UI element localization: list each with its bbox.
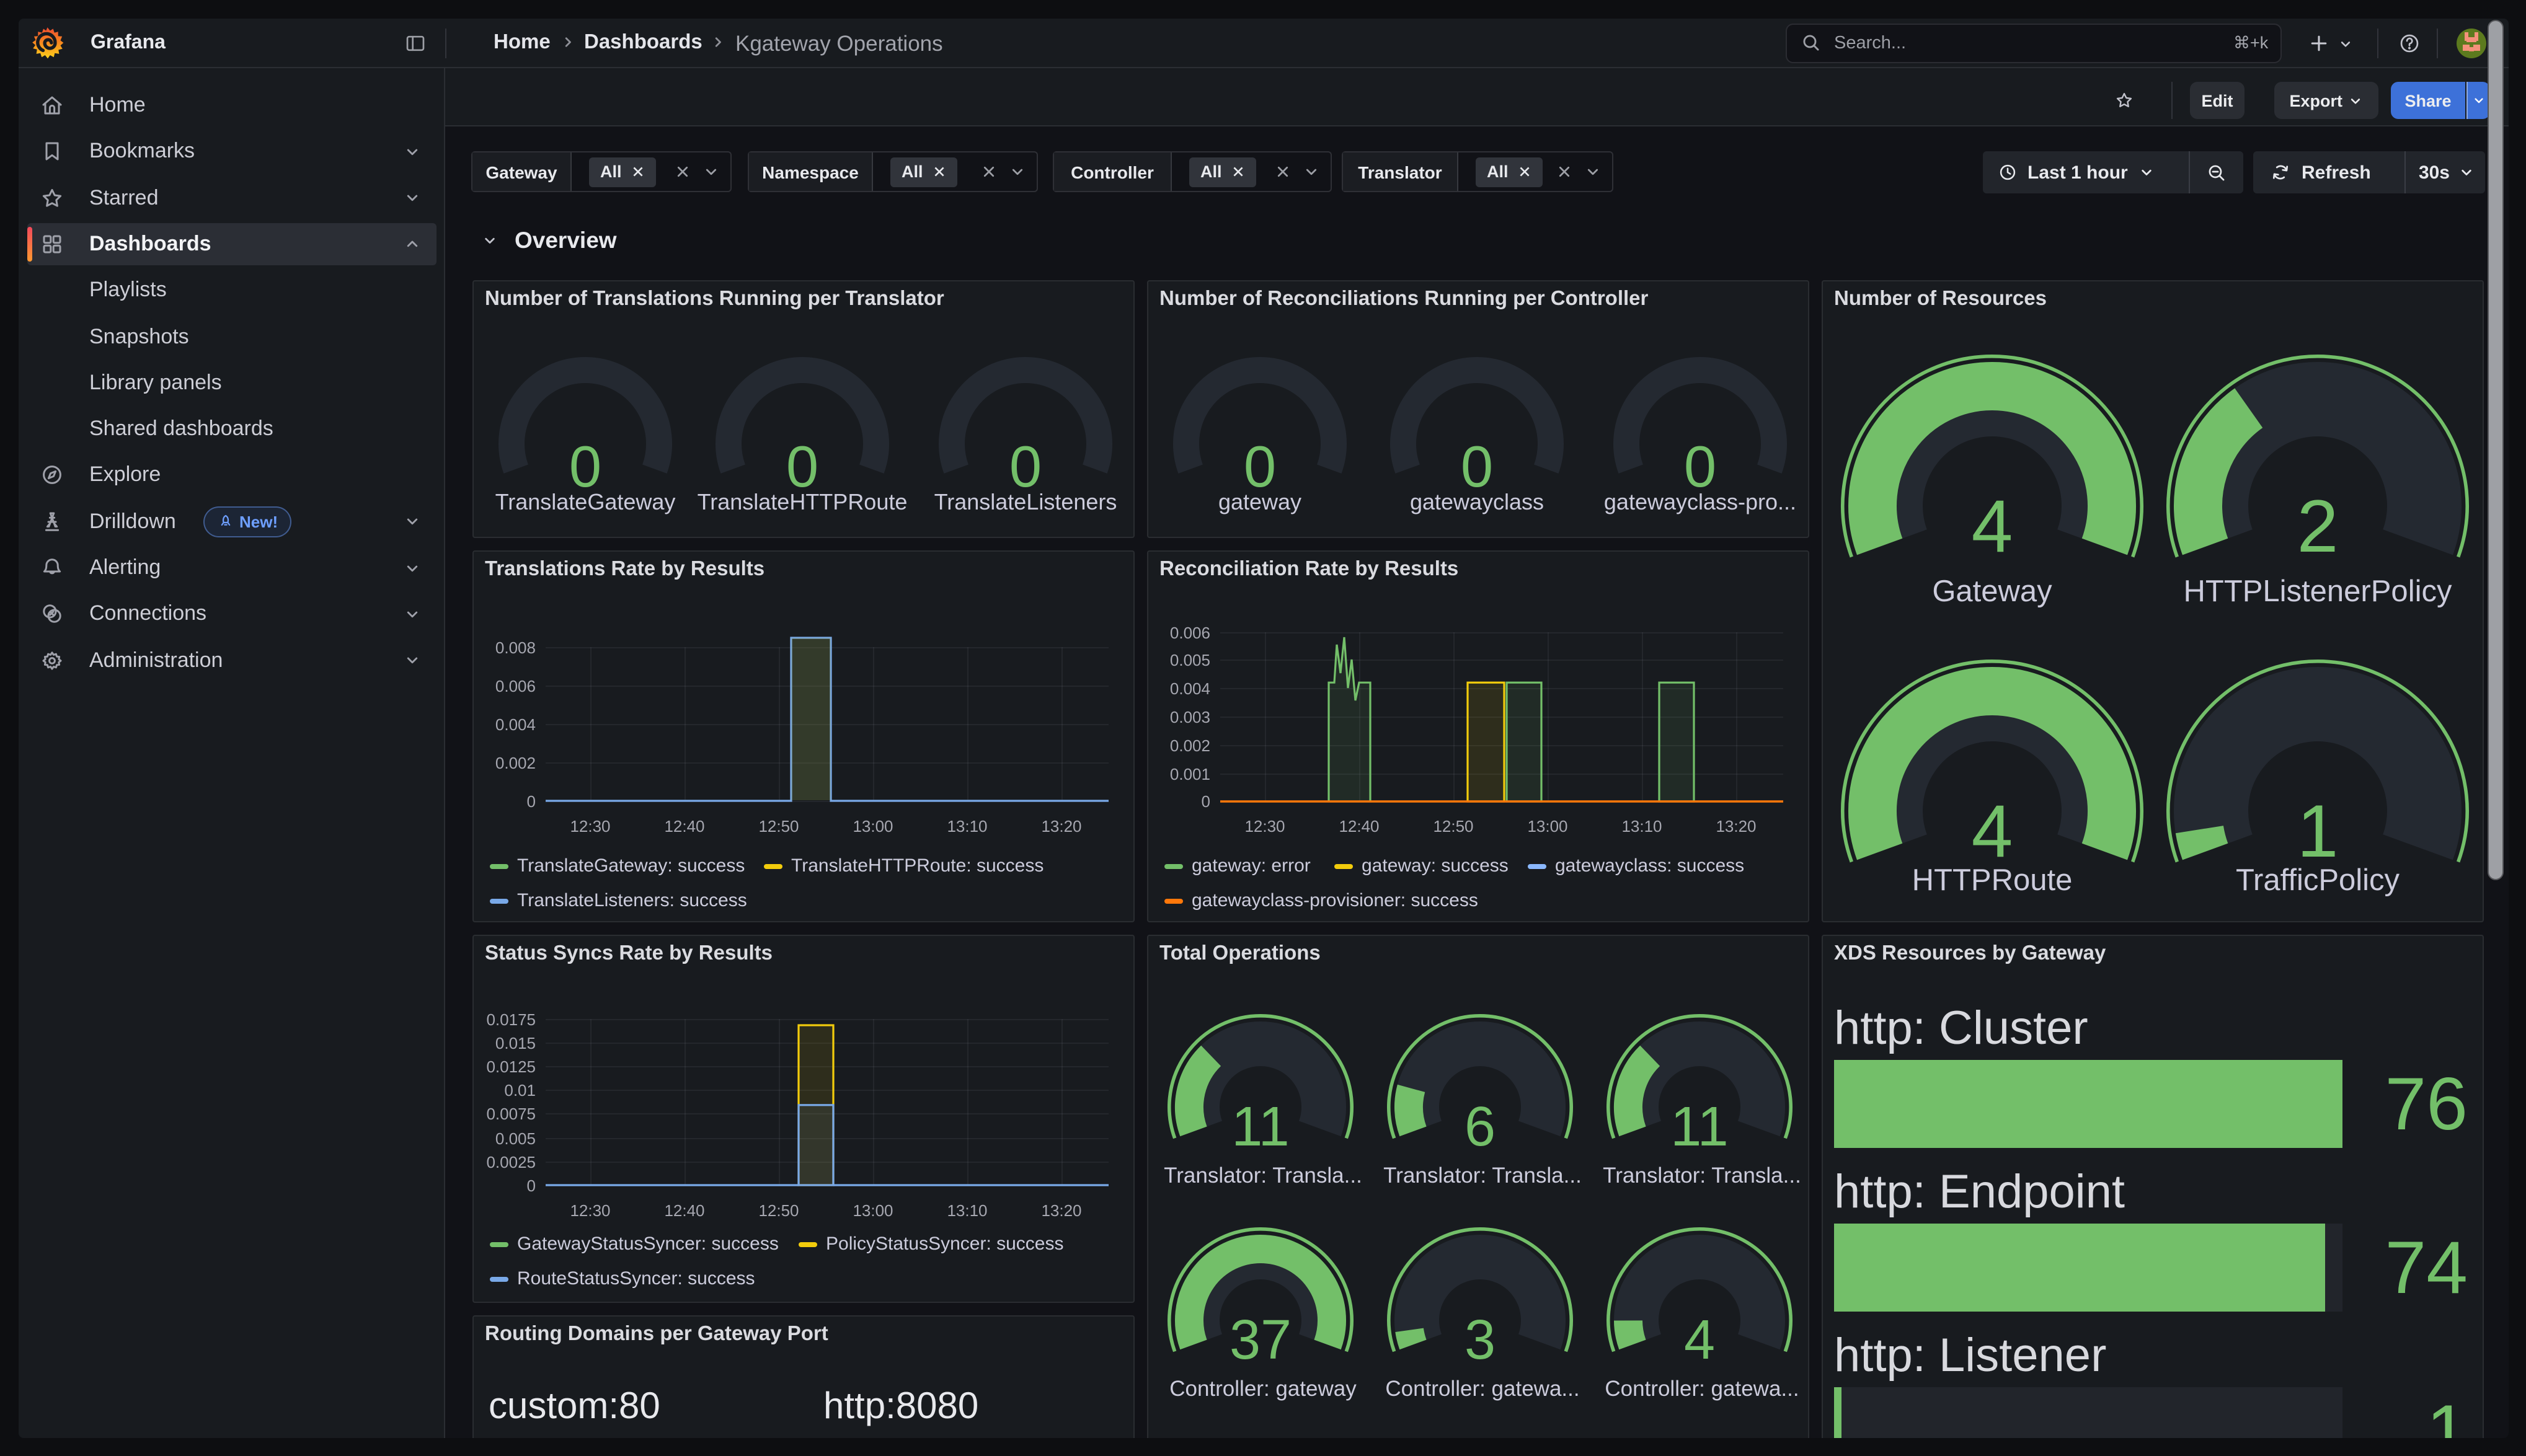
svg-text:4: 4 xyxy=(1972,790,2013,873)
svg-text:3: 3 xyxy=(1465,1309,1496,1371)
svg-text:4: 4 xyxy=(1684,1309,1715,1371)
svg-text:37: 37 xyxy=(1230,1309,1292,1371)
svg-text:6: 6 xyxy=(1465,1096,1496,1158)
svg-text:11: 11 xyxy=(1670,1096,1728,1158)
svg-text:4: 4 xyxy=(1972,485,2013,568)
svg-text:1: 1 xyxy=(2297,790,2339,873)
svg-text:2: 2 xyxy=(2297,485,2339,568)
svg-text:11: 11 xyxy=(1231,1096,1289,1158)
